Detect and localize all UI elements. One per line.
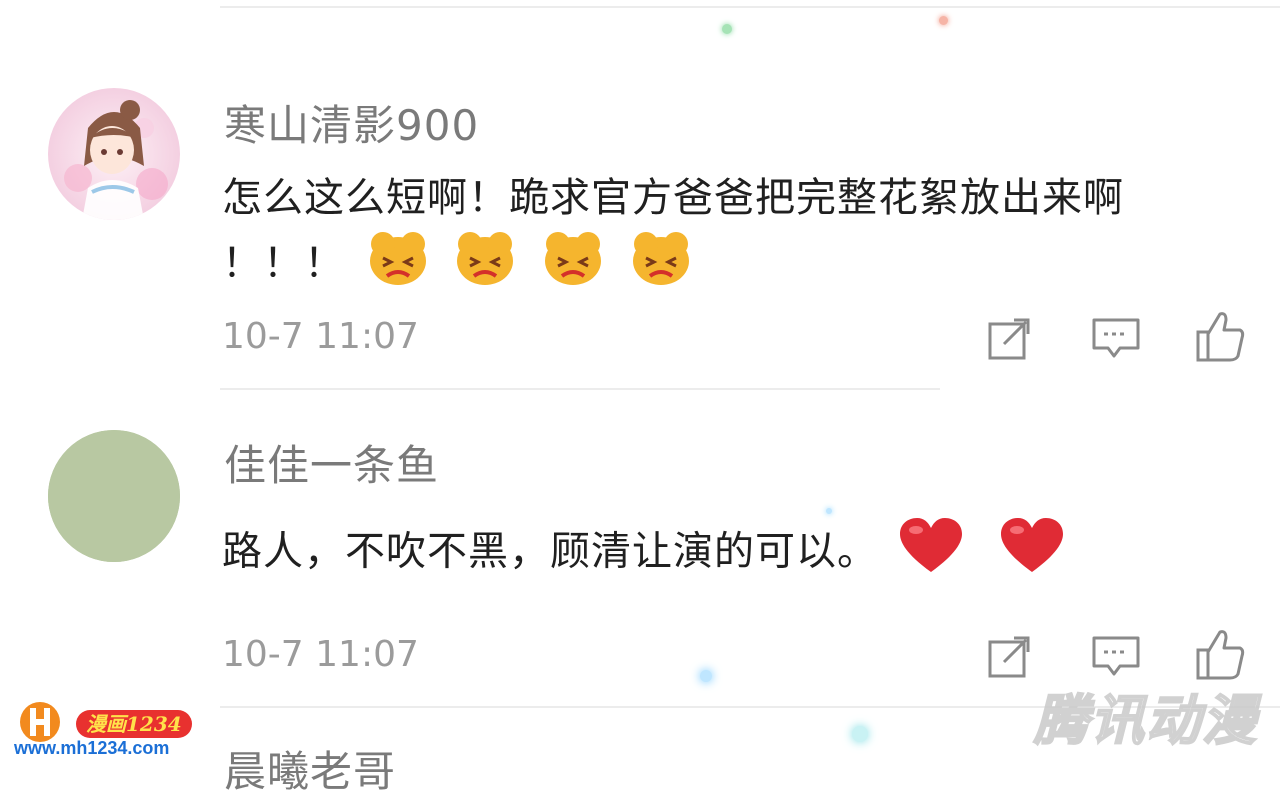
sparkle-decoration	[700, 670, 712, 682]
like-button[interactable]	[1192, 624, 1248, 680]
watermark-url: www.mh1234.com	[14, 738, 170, 758]
username[interactable]: 寒山清影900	[224, 92, 479, 153]
red-heart-icon	[997, 516, 1067, 591]
comment-timestamp: 10-7 11:07	[222, 634, 419, 675]
site-watermark: 漫画1234 www.mh1234.com	[10, 700, 210, 760]
share-icon	[988, 636, 1030, 678]
sparkle-decoration	[852, 726, 868, 742]
watermark-badge: 漫画1234	[76, 710, 192, 738]
username[interactable]: 佳佳一条鱼	[224, 432, 439, 493]
comment-timestamp: 10-7 11:07	[222, 316, 419, 357]
share-icon	[988, 318, 1030, 360]
persevering-face-icon	[628, 228, 694, 303]
like-button[interactable]	[1192, 306, 1248, 362]
comment-divider	[220, 388, 940, 390]
like-icon	[1196, 630, 1245, 680]
comment-text-line: 路人，不吹不黑，顾清让演的可以。	[222, 528, 878, 575]
persevering-face-icon	[452, 228, 518, 303]
avatar[interactable]	[48, 430, 180, 562]
share-button[interactable]	[982, 310, 1038, 366]
comment-text-continuation: ！！！	[222, 228, 694, 303]
comment-text: 路人，不吹不黑，顾清让演的可以。	[222, 516, 1067, 591]
sparkle-decoration	[722, 24, 732, 34]
reply-icon	[1092, 318, 1140, 358]
sparkle-decoration	[939, 16, 948, 25]
plain-green-avatar-icon	[48, 430, 180, 562]
platform-watermark: 腾讯动漫	[1033, 690, 1258, 752]
avatar[interactable]	[48, 88, 180, 220]
reply-button[interactable]	[1088, 310, 1144, 366]
comment-text-line: 怎么这么短啊！跪求官方爸爸把完整花絮放出来啊	[222, 175, 1124, 221]
red-heart-icon	[896, 516, 966, 591]
sparkle-decoration	[826, 508, 832, 514]
username[interactable]: 晨曦老哥	[224, 738, 396, 799]
comment-text-line: ！！！	[222, 240, 345, 287]
persevering-face-icon	[365, 228, 431, 303]
persevering-face-icon	[540, 228, 606, 303]
anime-girl-avatar-icon	[48, 88, 180, 220]
share-button[interactable]	[982, 628, 1038, 684]
like-icon	[1196, 312, 1245, 362]
comment-text: 怎么这么短啊！跪求官方爸爸把完整花絮放出来啊	[222, 170, 1124, 226]
top-divider	[220, 6, 1280, 8]
